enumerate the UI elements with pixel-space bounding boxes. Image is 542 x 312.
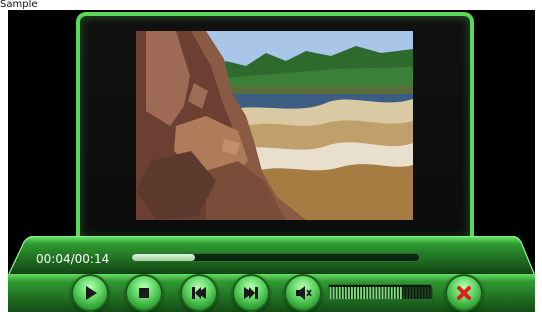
volume-tick [430, 287, 433, 299]
volume-tick [412, 287, 415, 299]
volume-tick [396, 287, 399, 299]
volume-tick [344, 287, 347, 299]
close-button[interactable] [445, 274, 483, 312]
video-frame-image [136, 31, 413, 220]
volume-tick [418, 287, 421, 299]
volume-slider[interactable] [328, 284, 433, 300]
volume-tick [409, 287, 411, 299]
video-viewport[interactable] [136, 31, 413, 220]
volume-tick [378, 287, 381, 299]
volume-tick [403, 287, 405, 299]
volume-level [329, 287, 433, 299]
volume-tick [363, 287, 366, 299]
volume-tick [341, 287, 344, 299]
volume-tick [369, 287, 372, 299]
volume-tick [427, 287, 430, 299]
volume-tick [351, 287, 353, 299]
volume-tick [335, 287, 338, 299]
volume-tick [372, 287, 375, 299]
volume-tick [393, 287, 396, 299]
next-track-icon [239, 281, 263, 305]
volume-tick [366, 287, 369, 299]
volume-tick [354, 287, 356, 299]
close-icon [452, 281, 476, 305]
volume-tick [415, 287, 418, 299]
volume-tick [424, 287, 427, 299]
progress-fill [132, 254, 196, 261]
volume-tick [375, 287, 378, 299]
control-panel: 00:04/00:14 [8, 236, 535, 312]
stop-icon [132, 281, 156, 305]
speaker-mute-icon [291, 281, 315, 305]
volume-tick [390, 287, 393, 299]
previous-track-icon [187, 281, 211, 305]
time-display: 00:04/00:14 [36, 252, 110, 266]
volume-tick [338, 287, 341, 299]
volume-tick [357, 287, 359, 299]
volume-tick [399, 287, 402, 299]
mute-button[interactable] [284, 274, 322, 312]
volume-tick [360, 287, 363, 299]
progress-bar[interactable] [131, 253, 420, 262]
previous-button[interactable] [180, 274, 218, 312]
volume-tick [381, 287, 384, 299]
volume-tick [421, 287, 424, 299]
volume-tick [347, 287, 350, 299]
play-icon [78, 281, 102, 305]
media-player-window: Sample 00:04/00:14 [0, 0, 542, 312]
stop-button[interactable] [125, 274, 163, 312]
volume-tick [406, 287, 408, 299]
volume-tick [329, 287, 332, 299]
volume-tick [387, 287, 390, 299]
volume-tick [384, 287, 387, 299]
volume-tick [332, 287, 335, 299]
next-button[interactable] [232, 274, 270, 312]
play-button[interactable] [71, 274, 109, 312]
